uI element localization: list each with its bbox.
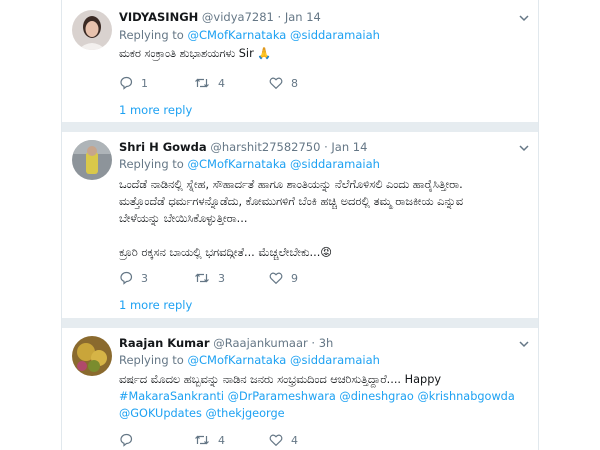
tweet-text: ಮಕರ ಸಂಕ್ರಾಂತಿ ಶುಭಾಶಯಗಳು Sir 🙏: [119, 45, 271, 62]
caret-down-icon[interactable]: [518, 142, 530, 154]
reply-button[interactable]: [119, 432, 141, 448]
retweet-icon: [195, 435, 209, 445]
reply-count: 1: [141, 76, 148, 90]
replying-to-label: Replying to: [119, 157, 184, 171]
avatar[interactable]: [72, 336, 112, 376]
display-name[interactable]: Raajan Kumar: [119, 336, 210, 350]
tweet-header: Raajan Kumar @Raajankumaar · 3h: [119, 336, 333, 351]
angry-face-emoji: 😡: [320, 246, 333, 259]
tweet-actions: 1 4 8: [119, 75, 419, 91]
timestamp[interactable]: Jan 14: [331, 140, 367, 154]
mention-link[interactable]: @DrParameshwara: [228, 390, 336, 403]
reply-button[interactable]: 1: [119, 75, 148, 91]
tweet-text: ಒಂದೆಡೆ ನಾಡಿನಲ್ಲಿ ಸ್ನೇಹ, ಸೌಹಾರ್ದತೆ ಹಾಗೂ ಶ…: [119, 176, 529, 261]
like-count: 8: [291, 76, 298, 90]
mention-link[interactable]: @siddaramaiah: [290, 28, 380, 42]
like-button[interactable]: 4: [269, 432, 298, 448]
more-replies-link[interactable]: 1 more reply: [119, 298, 192, 312]
separator-dot: ·: [324, 140, 328, 154]
mention-link[interactable]: @CMofKarnataka: [188, 28, 287, 42]
tweet-text-line: ಮತ್ತೊಂದೆಡೆ ಧರ್ಮಗಳನ್ನೊಡೆದು, ಕೋಮುಗಳಿಗೆ ಬೆಂ…: [119, 195, 464, 208]
replying-to: Replying to @CMofKarnataka @siddaramaiah: [119, 353, 380, 368]
mention-link[interactable]: @thekjgeorge: [205, 407, 284, 420]
retweet-icon: [195, 78, 209, 88]
thread-separator: [62, 318, 538, 328]
tweet-text-line: ಕ್ರೂರಿ ರಕ್ಕಸನ ಬಾಯಲ್ಲಿ ಭಗವದ್ಗೀತೆ... ಮೆಚ್ಚ…: [119, 244, 529, 261]
user-handle[interactable]: @Raajankumaar: [213, 336, 307, 350]
like-button[interactable]: 8: [269, 75, 298, 91]
tweet-header: Shri H Gowda @harshit27582750 · Jan 14: [119, 140, 367, 155]
mention-link[interactable]: @CMofKarnataka: [188, 353, 287, 367]
caret-down-icon[interactable]: [518, 338, 530, 350]
tweet-actions: 4 4: [119, 432, 419, 448]
tweet-shri-h-gowda[interactable]: Shri H Gowda @harshit27582750 · Jan 14 R…: [62, 132, 538, 316]
tweet-text-line: ಬೇಳೆಯನ್ನು ಬೇಯಿಸಿಕೊಳ್ಳುತ್ತೀರಾ...: [119, 212, 248, 225]
reply-icon: [120, 271, 133, 285]
like-icon: [269, 272, 283, 285]
replies-timeline: VIDYASINGH @vidya7281 · Jan 14 Replying …: [61, 0, 539, 450]
tweet-text: ವರ್ಷದ ಮೊದಲ ಹಬ್ಬವನ್ನು ನಾಡಿನ ಜನರು ಸಂಭ್ರಮದಿ…: [119, 371, 534, 422]
replying-to: Replying to @CMofKarnataka @siddaramaiah: [119, 28, 380, 43]
display-name[interactable]: Shri H Gowda: [119, 140, 207, 154]
avatar[interactable]: [72, 140, 112, 180]
user-handle[interactable]: @vidya7281: [202, 10, 274, 24]
display-name[interactable]: VIDYASINGH: [119, 10, 198, 24]
tweet-actions: 3 3 9: [119, 270, 419, 286]
tweet-text-line: ವರ್ಷದ ಮೊದಲ ಹಬ್ಬವನ್ನು ನಾಡಿನ ಜನರು ಸಂಭ್ರಮದಿ…: [119, 373, 442, 386]
tweet-text-line: @GOKUpdates @thekjgeorge: [119, 405, 534, 422]
replying-to: Replying to @CMofKarnataka @siddaramaiah: [119, 157, 380, 172]
separator-dot: ·: [311, 336, 316, 350]
separator-dot: ·: [277, 10, 282, 24]
tweet-vidyasingh[interactable]: VIDYASINGH @vidya7281 · Jan 14 Replying …: [62, 0, 538, 120]
like-count: 9: [291, 271, 298, 285]
like-count: 4: [291, 433, 298, 447]
reply-icon: [120, 76, 133, 90]
hashtag-link[interactable]: #MakaraSankranti: [119, 390, 224, 403]
reply-count: 3: [141, 271, 148, 285]
like-button[interactable]: 9: [269, 270, 298, 286]
mention-link[interactable]: @siddaramaiah: [290, 157, 380, 171]
caret-down-icon[interactable]: [518, 12, 530, 24]
replying-to-label: Replying to: [119, 28, 184, 42]
thread-separator: [62, 122, 538, 132]
retweet-count: 4: [218, 433, 225, 447]
replying-to-label: Replying to: [119, 353, 184, 367]
tweet-text-line: #MakaraSankranti @DrParameshwara @dinesh…: [119, 388, 534, 405]
tweet-header: VIDYASINGH @vidya7281 · Jan 14: [119, 10, 321, 25]
like-icon: [269, 434, 283, 447]
mention-link[interactable]: @siddaramaiah: [290, 353, 380, 367]
tweet-text-line: ಒಂದೆಡೆ ನಾಡಿನಲ್ಲಿ ಸ್ನೇಹ, ಸೌಹಾರ್ದತೆ ಹಾಗೂ ಶ…: [119, 178, 463, 191]
user-handle[interactable]: @harshit27582750: [210, 140, 320, 154]
reply-icon: [120, 433, 133, 447]
mention-link[interactable]: @GOKUpdates: [119, 407, 202, 420]
folded-hands-emoji: 🙏: [257, 47, 272, 60]
mention-link[interactable]: @CMofKarnataka: [188, 157, 287, 171]
retweet-count: 4: [218, 76, 225, 90]
retweet-count: 3: [218, 271, 225, 285]
avatar[interactable]: [72, 10, 112, 50]
tweet-text-segment: ಕ್ರೂರಿ ರಕ್ಕಸನ ಬಾಯಲ್ಲಿ ಭಗವದ್ಗೀತೆ... ಮೆಚ್ಚ…: [119, 246, 321, 259]
tweet-text-line: ಮಕರ ಸಂಕ್ರಾಂತಿ ಶುಭಾಶಯಗಳು Sir: [119, 47, 254, 60]
mention-link[interactable]: @dineshgrao: [339, 390, 413, 403]
timestamp[interactable]: Jan 14: [285, 10, 321, 24]
retweet-button[interactable]: 3: [194, 270, 225, 286]
like-icon: [269, 77, 283, 90]
retweet-button[interactable]: 4: [194, 432, 225, 448]
tweet-raajan-kumar[interactable]: Raajan Kumar @Raajankumaar · 3h Replying…: [62, 328, 538, 450]
more-replies-link[interactable]: 1 more reply: [119, 103, 192, 117]
mention-link[interactable]: @krishnabgowda: [417, 390, 514, 403]
reply-button[interactable]: 3: [119, 270, 148, 286]
timestamp[interactable]: 3h: [319, 336, 334, 350]
retweet-icon: [195, 273, 209, 283]
retweet-button[interactable]: 4: [194, 75, 225, 91]
